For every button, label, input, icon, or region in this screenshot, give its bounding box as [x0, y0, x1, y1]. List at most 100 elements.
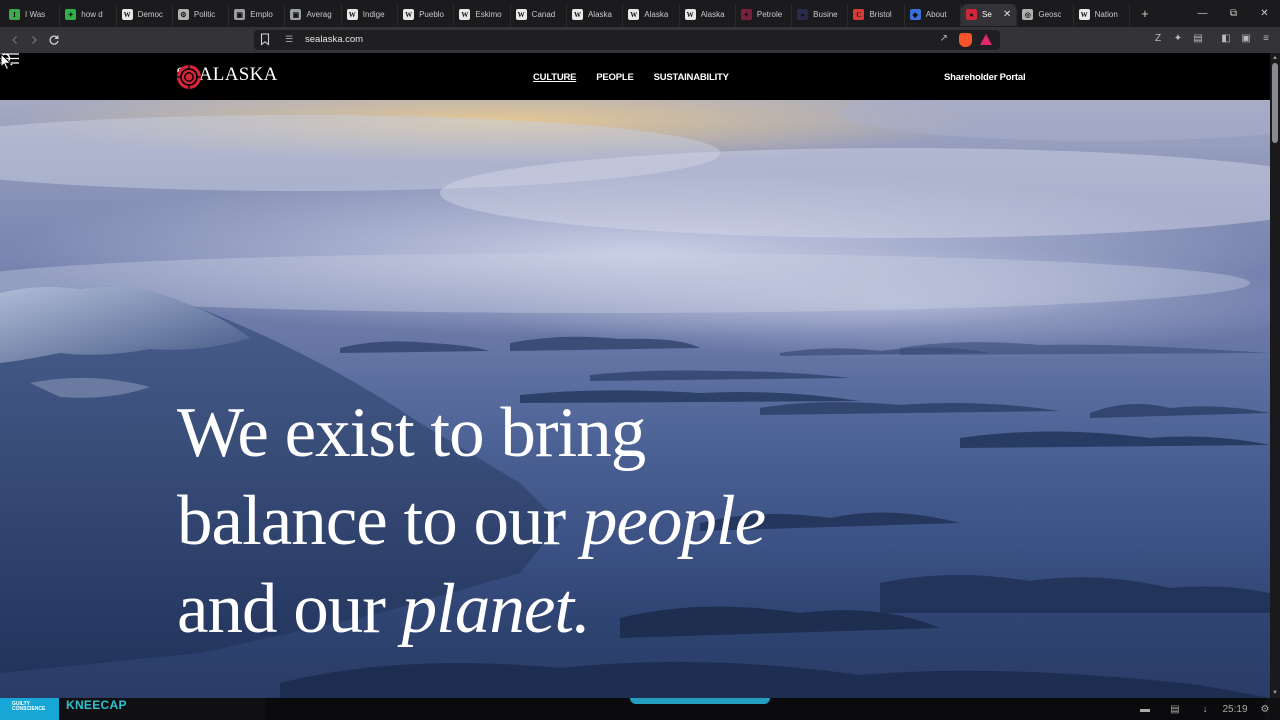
back-button[interactable] [6, 31, 24, 49]
scrollbar-thumb[interactable] [1272, 63, 1278, 143]
nav-item-sustainability[interactable]: SUSTAINABILITY [654, 72, 729, 83]
tab-title: Democ [137, 10, 163, 19]
tab-list: I I Was ✦ how d W Democ ⚙ Politic ▣ Emplo ▣ Averag W… [0, 0, 1156, 27]
chevron-left-icon [12, 36, 17, 44]
settings-gear-icon[interactable]: ⚙ [1250, 698, 1280, 720]
tab-favicon-icon: ✦ [65, 9, 77, 20]
tab-title: Alaska [587, 10, 612, 19]
address-bar[interactable]: ☰ sealaska.com ↗ [254, 30, 1000, 50]
browser-tab[interactable]: ✦ how d [60, 3, 117, 26]
extensions-icon[interactable]: ✦ [1172, 32, 1184, 44]
notes-icon[interactable]: ▤ [1160, 698, 1190, 720]
browser-tab[interactable]: ● Busine [792, 3, 849, 26]
browser-tab[interactable]: I I Was [4, 3, 61, 26]
browser-tab[interactable]: ⚙ Politic [173, 3, 230, 26]
sealaska-logo[interactable]: SEALASKA [176, 64, 278, 89]
chevron-right-icon [32, 36, 37, 44]
browser-tab[interactable]: W Alaska [680, 3, 736, 26]
browser-tab[interactable]: ▣ Averag [285, 3, 342, 26]
bookmark-icon[interactable] [260, 33, 270, 46]
menu-icon[interactable]: ≡ [1260, 32, 1272, 44]
os-taskbar: GUILTY CONSCIENCE KNEECAP ▬ ▤ ↓ 25:19 ⚙ [0, 698, 1280, 720]
reload-button[interactable] [45, 31, 63, 49]
browser-tab[interactable]: W Alaska [567, 3, 624, 26]
taskbar-glow [630, 698, 770, 704]
headline-emphasis-people: people [581, 482, 766, 560]
reading-mode-icon[interactable]: ▤ [1192, 32, 1204, 44]
z-extension-icon[interactable]: Z [1152, 32, 1164, 44]
tab-title: Politic [193, 10, 216, 19]
headline-emphasis-planet: planet. [401, 570, 591, 648]
chat-icon[interactable]: ▬ [1130, 698, 1160, 720]
tab-title: Eskimo [475, 10, 502, 19]
browser-tab[interactable]: W Alaska [623, 3, 680, 26]
scroll-up-icon[interactable]: ▲ [1271, 55, 1279, 61]
browser-tab[interactable]: W Canad [511, 3, 567, 26]
tab-favicon-icon: W [628, 9, 640, 20]
browser-toolbar: ☰ sealaska.com ↗ Z ✦ ▤ ◧ ▣ ≡ [0, 27, 1280, 53]
close-window-icon[interactable]: ✕ [1249, 0, 1280, 27]
sidebar-icon[interactable]: ◧ [1220, 32, 1232, 44]
restore-icon[interactable]: ⧉ [1218, 0, 1249, 27]
now-playing-title[interactable]: KNEECAP [66, 698, 127, 712]
browser-tab[interactable]: ◎ Geosc [1017, 3, 1074, 26]
tab-title: Alaska [700, 10, 725, 19]
hero-image: SEALASKA CULTURE PEOPLE SUSTAINABILITY S… [0, 53, 1280, 698]
url-text[interactable]: sealaska.com [305, 34, 363, 45]
minimize-icon[interactable]: — [1187, 0, 1218, 27]
scroll-down-icon[interactable]: ▼ [1271, 690, 1279, 696]
headline-line-2: balance to our [177, 482, 582, 560]
browser-tab[interactable]: W Indige [342, 3, 399, 26]
tab-favicon-icon: I [9, 9, 20, 20]
browser-tab[interactable]: W Pueblo [398, 3, 455, 26]
album-art-thumbnail[interactable]: GUILTY CONSCIENCE [0, 698, 59, 720]
browser-tab[interactable]: C Bristol [848, 3, 905, 26]
tab-favicon-icon: ● [966, 9, 978, 20]
tab-title: Pueblo [419, 10, 444, 19]
close-tab-icon[interactable]: ✕ [1003, 9, 1011, 20]
share-icon[interactable]: ↗ [940, 33, 948, 44]
tab-title: how d [81, 10, 103, 19]
page-scrollbar[interactable]: ▲ ▼ [1270, 53, 1280, 698]
tab-favicon-icon: ⚙ [177, 9, 189, 20]
site-info-icon[interactable]: ☰ [285, 34, 293, 45]
tab-favicon-icon: W [459, 9, 471, 20]
mouse-cursor-icon [0, 53, 12, 71]
forward-button[interactable] [25, 31, 43, 49]
brave-shields-icon[interactable] [959, 33, 972, 47]
tab-title: Se [982, 10, 992, 19]
new-tab-button[interactable]: + [1134, 6, 1156, 21]
browser-tab[interactable]: W Democ [117, 3, 173, 26]
tab-title: Alaska [644, 10, 669, 19]
tab-favicon-icon: ◎ [1022, 9, 1034, 20]
toolbar-actions: Z ✦ ▤ ◧ ▣ ≡ [1152, 32, 1272, 44]
reload-icon [49, 35, 59, 45]
tab-favicon-icon: W [121, 9, 133, 20]
tab-favicon-icon: ● [797, 9, 809, 20]
nav-item-people[interactable]: PEOPLE [596, 72, 634, 83]
tab-favicon-icon: W [346, 9, 358, 20]
tab-title: Indige [362, 10, 385, 19]
browser-tab[interactable]: ● Se ✕ [961, 3, 1018, 26]
nav-item-culture[interactable]: CULTURE [533, 72, 576, 83]
browser-tab[interactable]: ✦ Petrole [736, 3, 793, 26]
browser-tab-strip: I I Was ✦ how d W Democ ⚙ Politic ▣ Emplo ▣ Averag W… [0, 0, 1280, 27]
headline-line-3: and our [177, 570, 402, 648]
tab-favicon-icon: ✦ [740, 9, 752, 20]
browser-tab[interactable]: ◆ About [905, 3, 962, 26]
tab-favicon-icon: ◆ [909, 9, 921, 20]
system-tray: ▬ ▤ ↓ 25:19 ⚙ [1130, 698, 1280, 720]
sealaska-emblem-icon [177, 65, 201, 89]
brave-rewards-icon[interactable] [980, 34, 992, 45]
shareholder-portal-link[interactable]: Shareholder Portal [944, 72, 1026, 83]
tab-title: I Was [25, 10, 46, 19]
microphone-icon[interactable]: ↓ [1190, 698, 1220, 720]
browser-tab[interactable]: ▣ Emplo [229, 3, 286, 26]
browser-tab[interactable]: W Eskimo [454, 3, 511, 26]
headline-line-1: We exist to bring [177, 394, 646, 472]
tab-title: Bristol [869, 10, 892, 19]
browser-tab[interactable]: W Nation [1074, 3, 1130, 26]
tab-title: Geosc [1038, 10, 1062, 19]
wallet-icon[interactable]: ▣ [1240, 32, 1252, 44]
tab-favicon-icon: W [515, 9, 527, 20]
